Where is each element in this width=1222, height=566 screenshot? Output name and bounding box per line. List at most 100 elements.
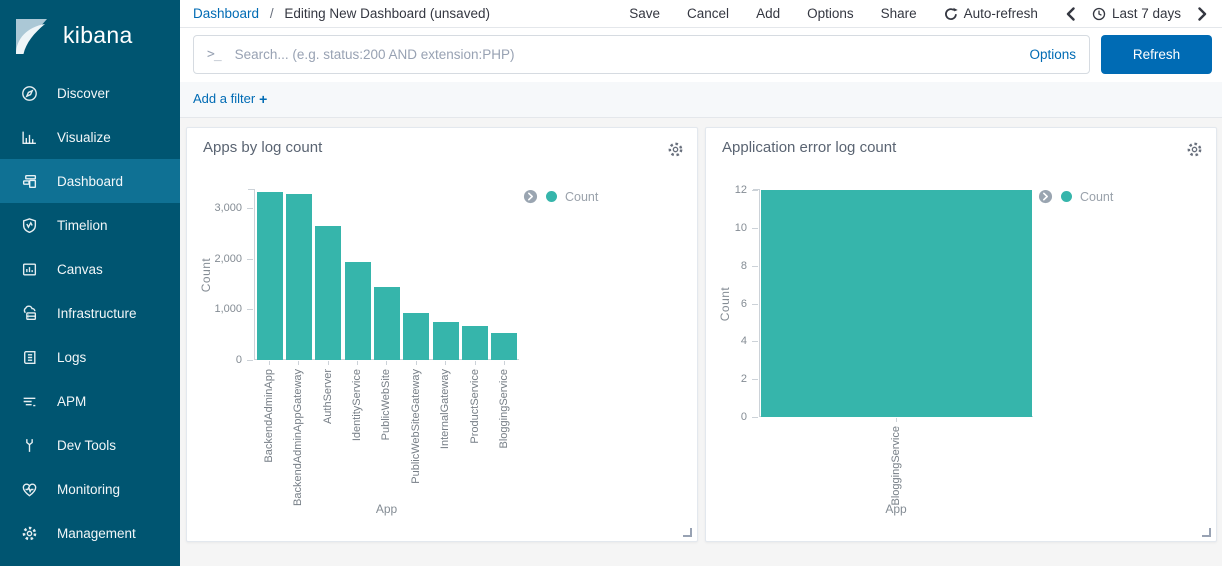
kibana-logo[interactable]: kibana — [0, 0, 180, 71]
plus-icon: + — [259, 91, 267, 107]
sidebar-item-infrastructure[interactable]: Infrastructure — [0, 291, 180, 335]
kibana-app: kibana DiscoverVisualizeDashboardTimelio… — [0, 0, 1222, 566]
kibana-logo-icon — [13, 16, 50, 56]
add-button[interactable]: Add — [756, 6, 780, 21]
save-button[interactable]: Save — [629, 6, 660, 21]
bar-slot — [431, 190, 460, 360]
bar-BackendAdminAppGateway[interactable] — [286, 194, 312, 360]
breadcrumb: Dashboard / Editing New Dashboard (unsav… — [193, 6, 490, 21]
sidebar-item-dashboard[interactable]: Dashboard — [0, 159, 180, 203]
bar-ProductService[interactable] — [462, 326, 488, 360]
x-axis-labels: BloggingService — [759, 418, 1033, 504]
sidebar-item-discover[interactable]: Discover — [0, 71, 180, 115]
time-forward-chevron-icon[interactable] — [1197, 7, 1208, 21]
sidebar-item-canvas[interactable]: Canvas — [0, 247, 180, 291]
scroll-icon — [21, 349, 38, 366]
y-tick-label: 12 — [701, 184, 747, 196]
legend-collapse-icon[interactable] — [1038, 189, 1053, 204]
y-tick-label: 1,000 — [196, 303, 242, 315]
sidebar-item-management[interactable]: Management — [0, 511, 180, 555]
legend: Count — [1038, 189, 1113, 204]
options-button[interactable]: Options — [807, 6, 854, 21]
sidebar-item-label: Logs — [57, 350, 86, 365]
panel-options-gear-icon[interactable] — [667, 141, 684, 158]
bar-IdentityService[interactable] — [345, 262, 371, 360]
x-tick: BackendAdminAppGateway — [283, 361, 312, 501]
bar-InternalGateway[interactable] — [433, 322, 459, 360]
panel-header: Application error log count — [706, 128, 1216, 164]
sidebar: kibana Discover VisualizeDashboard Timelio… — [0, 0, 180, 566]
bar-BackendAdminApp[interactable] — [257, 192, 283, 360]
sidebar-item-logs[interactable]: Logs — [0, 335, 180, 379]
search-box[interactable]: >_ Options — [193, 35, 1090, 74]
auto-refresh-button[interactable]: Auto-refresh — [944, 6, 1038, 21]
bar-AuthServer[interactable] — [315, 226, 341, 360]
logo-text: kibana — [63, 22, 133, 49]
sidebar-item-label: Discover — [57, 86, 110, 101]
shield-icon — [21, 217, 38, 234]
bar-PublicWebSiteGateway[interactable] — [403, 313, 429, 360]
y-tick-mark — [247, 360, 253, 361]
x-tick-label: PublicWebSiteGateway — [410, 369, 422, 484]
x-tick-label: AuthServer — [322, 369, 334, 424]
x-tick: BloggingService — [759, 418, 1033, 504]
y-tick-mark — [752, 417, 758, 418]
refresh-button[interactable]: Refresh — [1101, 35, 1212, 74]
bar-BloggingService[interactable] — [491, 333, 517, 360]
search-options-link[interactable]: Options — [1029, 47, 1076, 62]
y-tick-label: 2,000 — [196, 253, 242, 265]
panel-resize-handle[interactable] — [683, 528, 692, 537]
bar-BloggingService[interactable] — [761, 190, 1032, 417]
y-tick-label: 10 — [701, 222, 747, 234]
bar-slot — [372, 190, 401, 360]
y-tick-label: 8 — [701, 260, 747, 272]
share-button[interactable]: Share — [881, 6, 917, 21]
cloud-server-icon — [21, 305, 38, 322]
search-input[interactable] — [233, 46, 1020, 63]
time-picker-button[interactable]: Last 7 days — [1092, 6, 1181, 21]
x-tick-label: IdentityService — [351, 369, 363, 441]
legend-label[interactable]: Count — [1080, 190, 1113, 204]
sidebar-item-visualize[interactable]: Visualize — [0, 115, 180, 159]
bar-slot — [343, 190, 372, 360]
legend-color-dot[interactable] — [546, 191, 557, 202]
x-axis-title: App — [376, 502, 397, 516]
y-tick-mark — [752, 190, 758, 191]
add-filter-label: Add a filter — [193, 91, 255, 106]
x-tick-label: BackendAdminApp — [263, 369, 275, 463]
panel-resize-handle[interactable] — [1202, 528, 1211, 537]
legend-color-dot[interactable] — [1061, 191, 1072, 202]
x-tick-label: PublicWebSite — [380, 369, 392, 440]
dashboard-grid: Apps by log count Count01,0002,0003,000B… — [180, 118, 1222, 542]
main-area: Dashboard / Editing New Dashboard (unsav… — [180, 0, 1222, 566]
cancel-button[interactable]: Cancel — [687, 6, 729, 21]
y-tick-mark — [247, 259, 253, 260]
bar-PublicWebSite[interactable] — [374, 287, 400, 360]
sidebar-item-label: APM — [57, 394, 86, 409]
x-tick: IdentityService — [342, 361, 371, 501]
add-filter-link[interactable]: Add a filter + — [193, 91, 267, 107]
console-prompt-icon: >_ — [207, 47, 221, 62]
x-tick-label: BloggingService — [498, 369, 510, 449]
x-tick-label: ProductService — [469, 369, 481, 444]
time-range-label: Last 7 days — [1112, 6, 1181, 21]
legend-collapse-icon[interactable] — [523, 189, 538, 204]
y-tick-mark — [752, 379, 758, 380]
sidebar-item-timelion[interactable]: Timelion — [0, 203, 180, 247]
legend-label[interactable]: Count — [565, 190, 598, 204]
panel-title: Apps by log count — [203, 139, 322, 156]
bars-area — [255, 190, 519, 360]
clock-icon — [1092, 7, 1106, 21]
panel-options-gear-icon[interactable] — [1186, 141, 1203, 158]
bar-slot — [402, 190, 431, 360]
sidebar-item-monitoring[interactable]: Monitoring — [0, 467, 180, 511]
sidebar-item-dev-tools[interactable]: Dev Tools — [0, 423, 180, 467]
sidebar-item-apm[interactable]: APM — [0, 379, 180, 423]
x-tick-label: BloggingService — [890, 426, 902, 506]
sidebar-item-label: Timelion — [57, 218, 108, 233]
x-tick-label: BackendAdminAppGateway — [292, 369, 304, 506]
time-back-chevron-icon[interactable] — [1065, 7, 1076, 21]
search-bar-row: >_ Options Refresh — [180, 28, 1222, 82]
filter-bar: Add a filter + — [180, 82, 1222, 118]
breadcrumb-dashboard-link[interactable]: Dashboard — [193, 6, 259, 21]
